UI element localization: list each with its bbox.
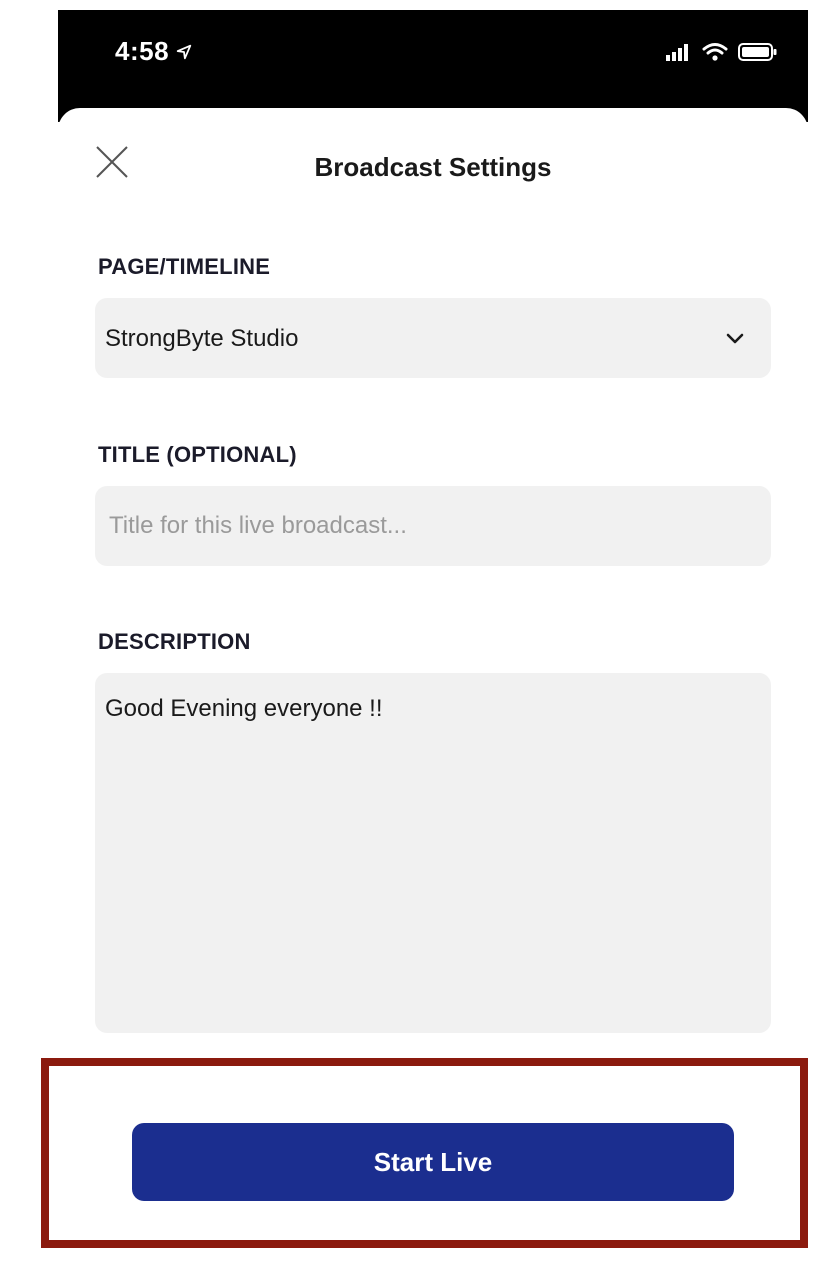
sheet-title: Broadcast Settings bbox=[314, 152, 552, 182]
title-input[interactable] bbox=[95, 486, 771, 566]
page-timeline-value: StrongByte Studio bbox=[105, 325, 299, 352]
cellular-signal-icon bbox=[666, 44, 688, 61]
chevron-down-icon bbox=[726, 333, 744, 344]
page-timeline-label: PAGE/TIMELINE bbox=[98, 254, 271, 279]
battery-icon bbox=[738, 43, 777, 61]
status-bar: 4:58 bbox=[58, 10, 808, 122]
location-arrow-icon bbox=[176, 44, 192, 60]
description-label: DESCRIPTION bbox=[98, 629, 251, 654]
wifi-icon bbox=[702, 43, 728, 61]
description-value: Good Evening everyone !! bbox=[105, 695, 383, 722]
description-textarea[interactable]: Good Evening everyone !! bbox=[95, 673, 771, 1033]
title-label: TITLE (OPTIONAL) bbox=[98, 442, 297, 467]
start-live-button[interactable]: Start Live bbox=[132, 1123, 734, 1201]
status-time: 4:58 bbox=[115, 36, 193, 67]
page-timeline-select[interactable]: StrongByte Studio bbox=[95, 298, 771, 378]
status-time-text: 4:58 bbox=[115, 36, 170, 66]
status-icons bbox=[666, 42, 778, 62]
